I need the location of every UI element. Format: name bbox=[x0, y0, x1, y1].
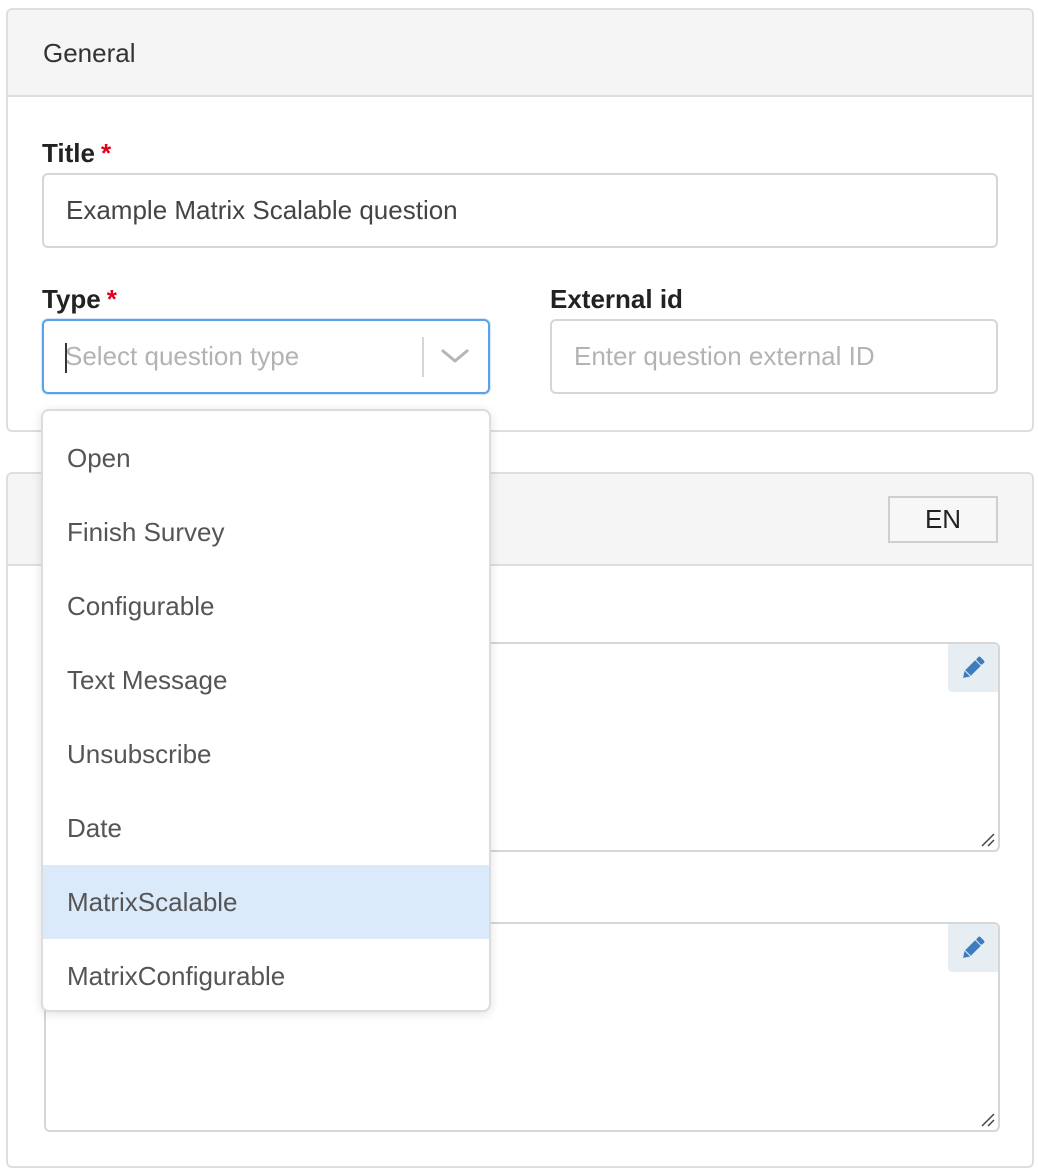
external-id-label: External id bbox=[550, 284, 683, 314]
option-unsubscribe[interactable]: Unsubscribe bbox=[43, 717, 489, 791]
type-dropdown-menu: Open Finish Survey Configurable Text Mes… bbox=[41, 409, 491, 1012]
type-select-placeholder: Select question type bbox=[65, 341, 300, 371]
option-matrix-configurable[interactable]: MatrixConfigurable bbox=[43, 939, 489, 1013]
title-label: Title * bbox=[42, 138, 111, 169]
option-text-message[interactable]: Text Message bbox=[43, 643, 489, 717]
required-marker: * bbox=[106, 284, 117, 314]
option-date[interactable]: Date bbox=[43, 791, 489, 865]
type-label: Type * bbox=[42, 284, 117, 315]
pencil-icon bbox=[963, 936, 985, 958]
resize-handle-icon[interactable] bbox=[979, 1111, 995, 1127]
pencil-icon bbox=[963, 656, 985, 678]
option-matrix-scalable[interactable]: MatrixScalable bbox=[43, 865, 489, 939]
option-finish-survey[interactable]: Finish Survey bbox=[43, 495, 489, 569]
required-marker: * bbox=[100, 138, 112, 168]
external-id-input[interactable]: Enter question external ID bbox=[550, 319, 998, 394]
title-input[interactable]: Example Matrix Scalable question bbox=[42, 173, 998, 248]
option-open[interactable]: Open bbox=[43, 421, 489, 495]
select-separator bbox=[422, 337, 424, 377]
text-cursor bbox=[65, 343, 67, 373]
chevron-down-icon[interactable] bbox=[440, 343, 470, 369]
language-button[interactable]: EN bbox=[888, 496, 998, 543]
resize-handle-icon[interactable] bbox=[979, 831, 995, 847]
general-panel-header: General bbox=[8, 10, 1032, 97]
panel-title: General bbox=[43, 38, 136, 68]
type-label-text: Type bbox=[42, 284, 101, 314]
type-select[interactable]: Select question type bbox=[42, 319, 490, 394]
title-label-text: Title bbox=[42, 138, 95, 168]
edit-button[interactable] bbox=[948, 924, 998, 972]
option-configurable[interactable]: Configurable bbox=[43, 569, 489, 643]
edit-button[interactable] bbox=[948, 644, 998, 692]
